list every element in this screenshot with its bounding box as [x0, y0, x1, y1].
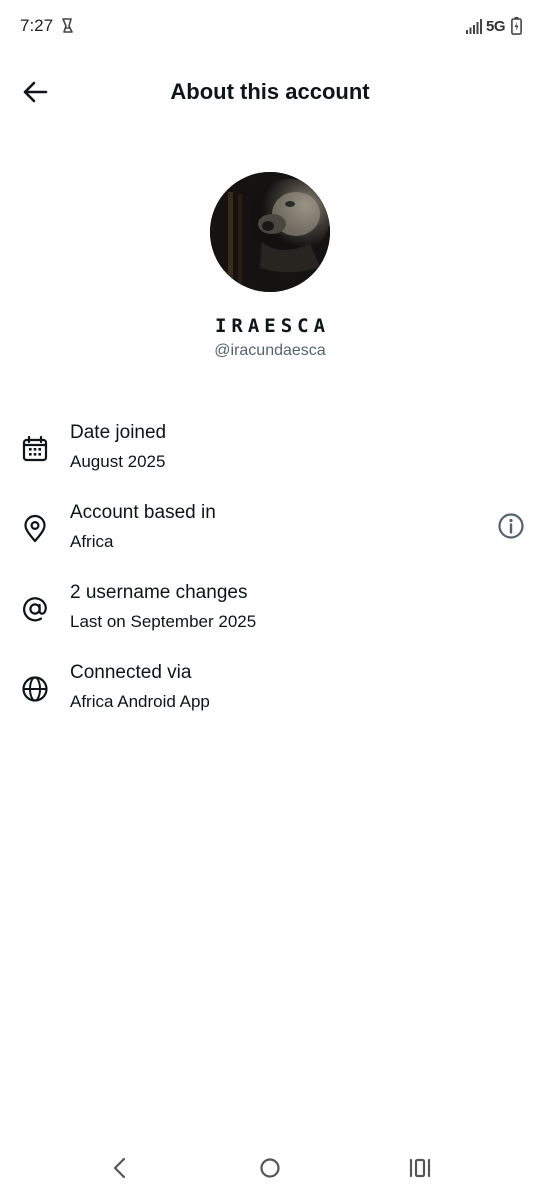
info-subtitle: Last on September 2025	[70, 612, 257, 631]
info-subtitle: Africa Android App	[70, 692, 210, 711]
info-circle-icon[interactable]	[496, 511, 526, 541]
info-title: Date joined	[70, 422, 167, 443]
calendar-icon	[20, 434, 50, 464]
globe-icon	[20, 674, 50, 704]
network-type: 5G	[485, 17, 506, 35]
about-account-screen: 7:27 5G About this account IRAESCA @irac…	[0, 0, 540, 1199]
nav-home-button[interactable]	[250, 1151, 290, 1185]
info-item-account-based-in: Account based in Africa	[0, 502, 540, 572]
battery-icon	[511, 17, 522, 35]
notification-icon	[61, 17, 74, 34]
nav-recents-button[interactable]	[400, 1151, 440, 1185]
info-title: Account based in	[70, 502, 216, 523]
header: About this account	[0, 60, 540, 124]
nav-back-icon	[113, 1157, 126, 1179]
display-name: IRAESCA	[214, 315, 331, 337]
status-bar: 7:27 5G	[0, 0, 540, 52]
info-item-date-joined: Date joined August 2025	[0, 422, 540, 492]
nav-home-icon	[260, 1158, 280, 1178]
location-pin-icon	[20, 514, 50, 544]
avatar[interactable]	[210, 172, 330, 292]
status-indicators: 5G	[465, 16, 522, 36]
info-title: Connected via	[70, 662, 192, 683]
info-item-username-changes: 2 username changes Last on September 202…	[0, 582, 540, 652]
username-handle: @iracundaesca	[214, 342, 326, 359]
status-time: 7:27	[20, 16, 54, 35]
at-sign-icon	[20, 594, 50, 624]
nav-back-button[interactable]	[100, 1151, 140, 1185]
info-title: 2 username changes	[70, 582, 248, 603]
page-title: About this account	[170, 79, 370, 104]
info-item-connected-via: Connected via Africa Android App	[0, 662, 540, 732]
info-subtitle: Africa	[70, 532, 114, 551]
info-subtitle: August 2025	[70, 452, 166, 471]
system-nav-bar	[0, 1137, 540, 1199]
nav-recents-icon	[409, 1158, 431, 1178]
signal-icon	[465, 18, 483, 34]
